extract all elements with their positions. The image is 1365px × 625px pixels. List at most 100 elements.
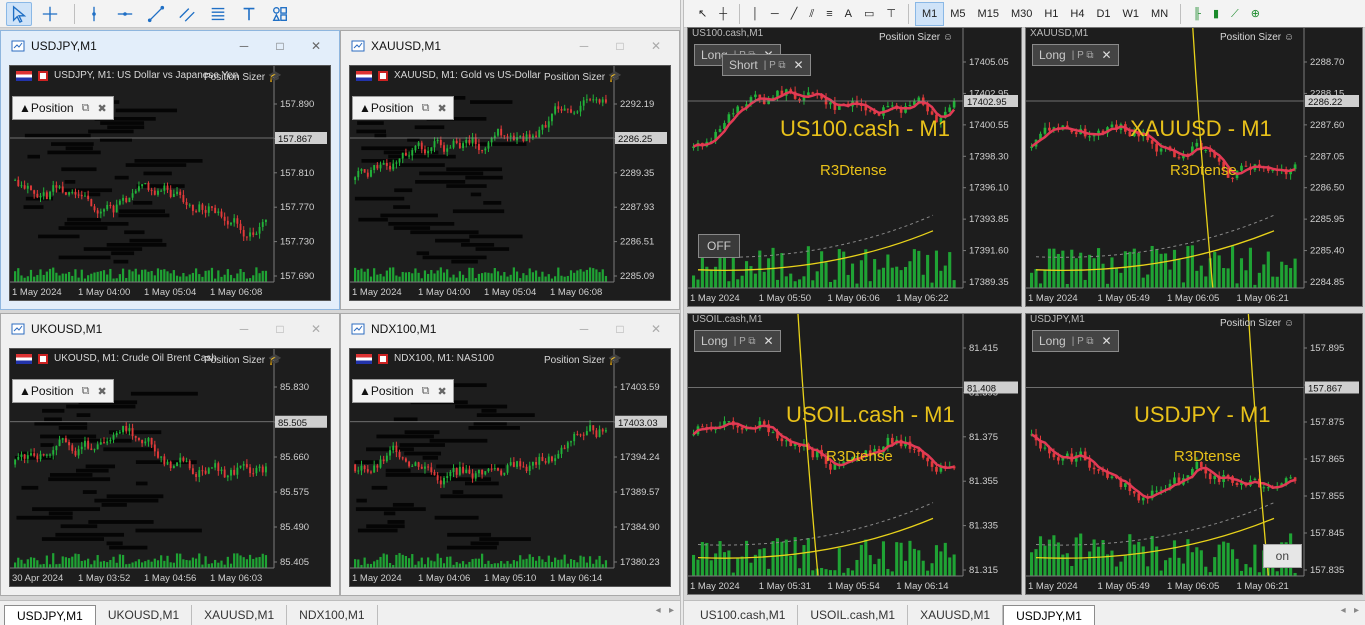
position-panel-short[interactable]: Short | P ⧉ ✕ — [722, 54, 811, 76]
tab-us100[interactable]: US100.cash,M1 — [688, 605, 799, 625]
chart-plot[interactable]: 81.41581.39581.37581.35581.33581.31581.4… — [688, 314, 1021, 594]
text-icon[interactable]: A — [839, 2, 858, 26]
chart-window-us100[interactable]: 17405.05 17402.95 17400.55 17398.30 17396.10… — [687, 27, 1022, 307]
zoom-in-icon[interactable]: ⊕ — [1245, 2, 1266, 26]
close-icon[interactable]: ✖ — [437, 385, 446, 398]
collapse-triangle-icon[interactable]: ▲ — [19, 101, 31, 115]
position-sizer-panel[interactable]: ▲ Position ⧉ ✖ — [12, 96, 114, 120]
window-titlebar[interactable]: UKOUSD,M1 ─ □ ✕ — [1, 314, 339, 344]
chart-line-icon[interactable]: ⟋ — [1225, 2, 1245, 26]
vertical-line-icon[interactable]: │ — [746, 2, 765, 26]
timeframe-h4[interactable]: H4 — [1064, 2, 1090, 26]
chart-plot[interactable]: 157.895157.885157.875157.865157.855157.8… — [1026, 314, 1362, 594]
tab-usdjpy-right[interactable]: USDJPY,M1 — [1003, 605, 1095, 625]
restore-icon[interactable]: ⧉ — [422, 385, 430, 398]
cursor-icon[interactable]: ↖ — [692, 2, 713, 26]
tab-ukousd[interactable]: UKOUSD,M1 — [96, 605, 193, 625]
toggle-off-button[interactable]: OFF — [698, 234, 740, 258]
channel-icon[interactable]: ⫽ — [803, 2, 820, 26]
close-icon[interactable]: ✕ — [1102, 334, 1112, 348]
chart-window-usdjpy[interactable]: USDJPY,M1 ─ □ ✕ 157.890157.850157.810157… — [0, 30, 340, 310]
tab-xauusd[interactable]: XAUUSD,M1 — [192, 605, 288, 625]
close-icon[interactable]: ✕ — [309, 322, 323, 336]
chart-window-xauusd-right[interactable]: 2288.70 2288.15 2287.60 2287.05 2286.50 2285.… — [1025, 27, 1363, 307]
timeframe-m30[interactable]: M30 — [1005, 2, 1038, 26]
panel-menu[interactable]: | P ⧉ — [1072, 50, 1094, 61]
chart-candles-icon[interactable]: ▮ — [1207, 2, 1225, 26]
timeframe-d1[interactable]: D1 — [1090, 2, 1116, 26]
trendline-button[interactable] — [143, 2, 169, 26]
tab-ndx100[interactable]: NDX100,M1 — [287, 605, 378, 625]
horizontal-line-icon[interactable]: ─ — [765, 2, 785, 26]
horizontal-line-button[interactable] — [112, 2, 138, 26]
collapse-triangle-icon[interactable]: ▲ — [359, 101, 371, 115]
window-titlebar[interactable]: NDX100,M1 ─ □ ✕ — [341, 314, 679, 344]
maximize-icon[interactable]: □ — [613, 39, 627, 53]
position-panel-long[interactable]: Long | P ⧉ ✕ — [1032, 44, 1119, 66]
fibonacci-icon[interactable]: ≡ — [820, 2, 838, 26]
restore-icon[interactable]: ⧉ — [422, 102, 430, 115]
chart-window-ukousd[interactable]: UKOUSD,M1 ─ □ ✕ 85.83085.74585.66085.575… — [0, 313, 340, 596]
timeframe-m5[interactable]: M5 — [944, 2, 971, 26]
timeframe-h1[interactable]: H1 — [1038, 2, 1064, 26]
maximize-icon[interactable]: □ — [273, 322, 287, 336]
pane-divider[interactable] — [680, 0, 684, 625]
channel-button[interactable] — [174, 2, 200, 26]
chart-window-xauusd[interactable]: XAUUSD,M1 ─ □ ✕ 2292.192290.772289.35228… — [340, 30, 680, 310]
position-sizer-panel[interactable]: ▲ Position ⧉ ✖ — [352, 379, 454, 403]
chart-bars-icon[interactable]: ╟ — [1187, 2, 1207, 26]
toggle-on-button[interactable]: on — [1262, 544, 1302, 568]
maximize-icon[interactable]: □ — [273, 39, 287, 53]
trendline-icon[interactable]: ╱ — [785, 2, 804, 26]
tab-xauusd-right[interactable]: XAUUSD,M1 — [908, 605, 1004, 625]
text-tool-button[interactable] — [236, 2, 262, 26]
fibonacci-button[interactable] — [205, 2, 231, 26]
close-icon[interactable]: ✕ — [1102, 48, 1112, 62]
close-icon[interactable]: ✕ — [309, 39, 323, 53]
panel-menu[interactable]: | P ⧉ — [764, 60, 786, 71]
tab-usdjpy[interactable]: USDJPY,M1 — [4, 605, 96, 625]
panel-menu[interactable]: | P ⧉ — [1072, 336, 1094, 347]
text-label-icon[interactable]: ⊤ — [880, 2, 902, 26]
close-icon[interactable]: ✖ — [97, 102, 106, 115]
chart-window-ndx100[interactable]: NDX100,M1 ─ □ ✕ 17403.5917398.9117394.24… — [340, 313, 680, 596]
tab-scroll-arrows-icon[interactable]: ◂ ▸ — [1341, 605, 1359, 616]
chart-plot[interactable]: 2292.192290.772289.352287.932286.512285.… — [349, 65, 671, 301]
chart-window-usdjpy-right[interactable]: 157.895157.885157.875157.865157.855157.8… — [1025, 313, 1363, 595]
collapse-triangle-icon[interactable]: ▲ — [19, 384, 31, 398]
tab-scroll-arrows-icon[interactable]: ◂ ▸ — [656, 605, 674, 616]
chart-plot[interactable]: 17405.05 17402.95 17400.55 17398.30 17396.10… — [688, 28, 1021, 306]
label-icon[interactable]: ▭ — [858, 2, 880, 26]
cursor-tool-button[interactable] — [6, 1, 32, 26]
chart-plot[interactable]: 85.83085.74585.66085.57585.49085.40585.5… — [9, 348, 331, 587]
minimize-icon[interactable]: ─ — [237, 39, 251, 53]
close-icon[interactable]: ✕ — [764, 334, 774, 348]
collapse-triangle-icon[interactable]: ▲ — [359, 384, 371, 398]
chart-plot[interactable]: 2288.70 2288.15 2287.60 2287.05 2286.50 2285.… — [1026, 28, 1362, 306]
window-titlebar[interactable]: XAUUSD,M1 ─ □ ✕ — [341, 31, 679, 61]
close-icon[interactable]: ✕ — [793, 58, 803, 72]
minimize-icon[interactable]: ─ — [577, 322, 591, 336]
window-titlebar[interactable]: USDJPY,M1 ─ □ ✕ — [1, 31, 339, 61]
panel-menu[interactable]: | P ⧉ — [734, 336, 756, 347]
position-sizer-panel[interactable]: ▲ Position ⧉ ✖ — [352, 96, 454, 120]
timeframe-mn[interactable]: MN — [1145, 2, 1174, 26]
tab-usoil[interactable]: USOIL.cash,M1 — [798, 605, 909, 625]
chart-window-usoil[interactable]: 81.41581.39581.37581.35581.33581.31581.4… — [687, 313, 1022, 595]
chart-plot[interactable]: 17403.5917398.9117394.2417389.5717384.90… — [349, 348, 671, 587]
timeframe-w1[interactable]: W1 — [1117, 2, 1146, 26]
close-icon[interactable]: ✖ — [437, 102, 446, 115]
close-icon[interactable]: ✕ — [649, 322, 663, 336]
restore-icon[interactable]: ⧉ — [82, 102, 90, 115]
vertical-line-button[interactable] — [81, 2, 107, 26]
crosshair-tool-button[interactable] — [37, 2, 63, 26]
chart-plot[interactable]: 157.890157.850157.810157.770157.730157.6… — [9, 65, 331, 301]
position-panel-long[interactable]: Long | P ⧉ ✕ — [1032, 330, 1119, 352]
crosshair-icon[interactable]: ┼ — [713, 2, 733, 26]
minimize-icon[interactable]: ─ — [237, 322, 251, 336]
timeframe-m1[interactable]: M1 — [914, 1, 945, 26]
maximize-icon[interactable]: □ — [613, 322, 627, 336]
shapes-button[interactable] — [267, 2, 293, 26]
position-panel-long[interactable]: Long | P ⧉ ✕ — [694, 330, 781, 352]
minimize-icon[interactable]: ─ — [577, 39, 591, 53]
